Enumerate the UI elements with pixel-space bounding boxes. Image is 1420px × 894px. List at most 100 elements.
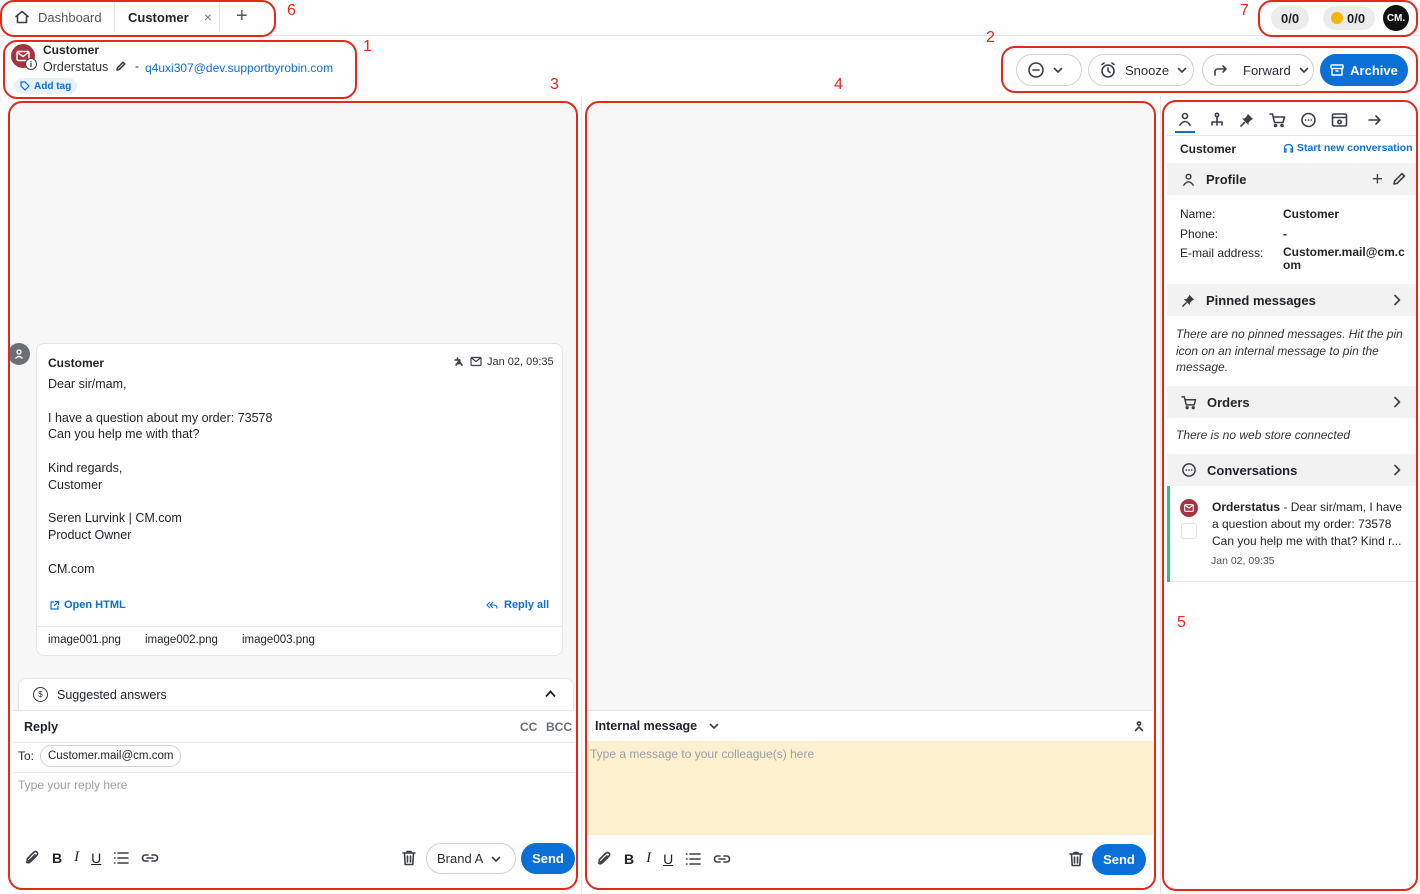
suggestion-icon: $ — [33, 687, 48, 702]
tab-close-icon[interactable]: × — [204, 9, 212, 25]
cm-logo[interactable]: CM. — [1383, 5, 1409, 31]
open-html-link[interactable]: Open HTML — [49, 599, 126, 611]
italic-icon[interactable]: I — [646, 850, 651, 867]
add-tab-button[interactable]: + — [236, 5, 248, 28]
cart-tab-icon[interactable] — [1269, 112, 1286, 128]
attachment[interactable]: image001.png — [48, 634, 121, 646]
browser-tab-icon[interactable] — [1331, 112, 1348, 128]
chevron-right-icon — [1393, 396, 1401, 408]
edit-subject-icon[interactable] — [115, 60, 127, 72]
tab-dashboard[interactable]: Dashboard — [4, 2, 113, 32]
snooze-button[interactable]: Snooze — [1088, 54, 1194, 86]
reply-input[interactable]: Type your reply here — [18, 778, 558, 838]
chevron-right-icon — [1393, 464, 1401, 476]
list-icon[interactable] — [685, 852, 702, 866]
chevron-up-icon[interactable] — [545, 690, 556, 698]
message-line: Can you help me with that? — [48, 427, 200, 442]
header-separator: - — [135, 59, 139, 73]
internal-type-select[interactable]: Internal message — [595, 719, 719, 733]
brand-select[interactable]: Brand A — [426, 843, 516, 874]
message-line — [48, 494, 272, 511]
mention-icon[interactable] — [1133, 720, 1145, 732]
channel-select[interactable] — [1016, 54, 1082, 86]
hierarchy-tab-icon[interactable] — [1209, 111, 1225, 128]
headset-icon — [1283, 143, 1294, 154]
paperclip-icon[interactable] — [24, 850, 40, 866]
pin-tab-icon[interactable] — [1239, 112, 1255, 128]
active-indicator — [1167, 486, 1170, 582]
reply-all-link[interactable]: Reply all — [486, 599, 549, 611]
collapse-arrow-icon[interactable] — [1368, 114, 1382, 126]
paperclip-icon[interactable] — [596, 851, 612, 867]
info-icon[interactable]: i — [25, 58, 37, 70]
internal-send-button[interactable]: Send — [1092, 844, 1146, 875]
profile-phone-value: - — [1283, 227, 1287, 241]
attachment[interactable]: image003.png — [242, 634, 315, 646]
message-line: Customer — [48, 477, 103, 492]
add-icon[interactable]: + — [1372, 169, 1383, 191]
subject-label: Orderstatus — [43, 60, 109, 74]
attachment[interactable]: image002.png — [145, 634, 218, 646]
message-line: Seren Lurvink | CM.com — [48, 511, 182, 526]
italic-icon[interactable]: I — [74, 849, 79, 866]
link-icon[interactable] — [141, 852, 159, 864]
pinned-empty-text: There are no pinned messages. Hit the pi… — [1176, 327, 1403, 374]
translate-icon[interactable] — [453, 356, 465, 368]
recipient-chip[interactable]: Customer.mail@cm.com — [40, 745, 182, 767]
cc-button[interactable]: CC — [520, 720, 537, 734]
conversation-preview: Orderstatus - Dear sir/mam, I have a que… — [1212, 500, 1403, 548]
bcc-button[interactable]: BCC — [546, 720, 572, 734]
list-icon[interactable] — [113, 851, 130, 865]
edit-pencil-icon[interactable] — [1392, 171, 1407, 186]
bold-icon[interactable]: B — [624, 851, 634, 867]
chat-bubble-icon — [1027, 61, 1045, 79]
email-icon — [470, 356, 482, 367]
start-conversation-link[interactable]: Start new conversation — [1283, 142, 1413, 154]
sidebar-tabs — [1167, 104, 1417, 136]
forward-button[interactable]: Forward — [1202, 54, 1314, 86]
orders-empty-text: There is no web store connected — [1176, 428, 1351, 442]
underline-icon[interactable]: U — [91, 850, 101, 866]
tab-customer-label: Customer — [128, 9, 189, 25]
delete-draft-icon[interactable] — [402, 850, 416, 866]
profile-section-header[interactable]: Profile + — [1167, 163, 1417, 195]
pin-icon — [1181, 293, 1196, 308]
person-icon — [13, 348, 25, 360]
chat-tab-icon[interactable] — [1300, 112, 1317, 128]
profile-email-label: E-mail address: — [1180, 246, 1264, 260]
add-tag-button[interactable]: Add tag — [14, 78, 78, 94]
person-icon — [1181, 172, 1196, 187]
conversation-list-item[interactable]: Orderstatus - Dear sir/mam, I have a que… — [1167, 486, 1417, 582]
person-tab-icon[interactable] — [1175, 107, 1195, 133]
conversation-time: Jan 02, 09:35 — [1211, 555, 1275, 567]
reply-title: Reply — [24, 720, 59, 734]
reply-send-button[interactable]: Send — [521, 843, 575, 874]
to-label: To: — [18, 749, 35, 763]
customer-email-link[interactable]: q4uxi307@dev.supportbyrobin.com — [145, 61, 333, 75]
conversations-section-header[interactable]: Conversations — [1167, 454, 1417, 486]
conversation-channel-avatar — [1180, 499, 1198, 517]
chevron-down-icon — [491, 854, 501, 864]
forward-arrow-icon — [1213, 62, 1229, 78]
chevron-down-icon — [1299, 65, 1309, 75]
orders-section-header[interactable]: Orders — [1167, 386, 1417, 418]
counter-waiting[interactable]: 0/0 — [1323, 6, 1376, 30]
panel-divider — [581, 96, 582, 894]
link-icon[interactable] — [713, 853, 731, 865]
tab-customer[interactable]: Customer × — [114, 2, 220, 32]
archive-button[interactable]: Archive — [1320, 54, 1408, 86]
annotation-label-2: 2 — [986, 29, 995, 46]
suggested-answers-bar[interactable]: $ Suggested answers — [18, 678, 574, 710]
counter-open[interactable]: 0/0 — [1271, 6, 1310, 30]
tag-icon — [20, 81, 30, 91]
tab-dashboard-label: Dashboard — [38, 9, 102, 25]
delete-draft-icon[interactable] — [1069, 851, 1083, 867]
customer-name: Customer — [43, 43, 100, 57]
select-checkbox[interactable] — [1181, 523, 1197, 539]
underline-icon[interactable]: U — [663, 851, 673, 867]
archive-box-icon — [1330, 63, 1344, 77]
internal-input-area[interactable]: Type a message to your colleague(s) here — [587, 741, 1153, 835]
annotation-label-1: 1 — [363, 38, 372, 55]
bold-icon[interactable]: B — [52, 850, 62, 866]
pinned-section-header[interactable]: Pinned messages — [1167, 284, 1417, 316]
